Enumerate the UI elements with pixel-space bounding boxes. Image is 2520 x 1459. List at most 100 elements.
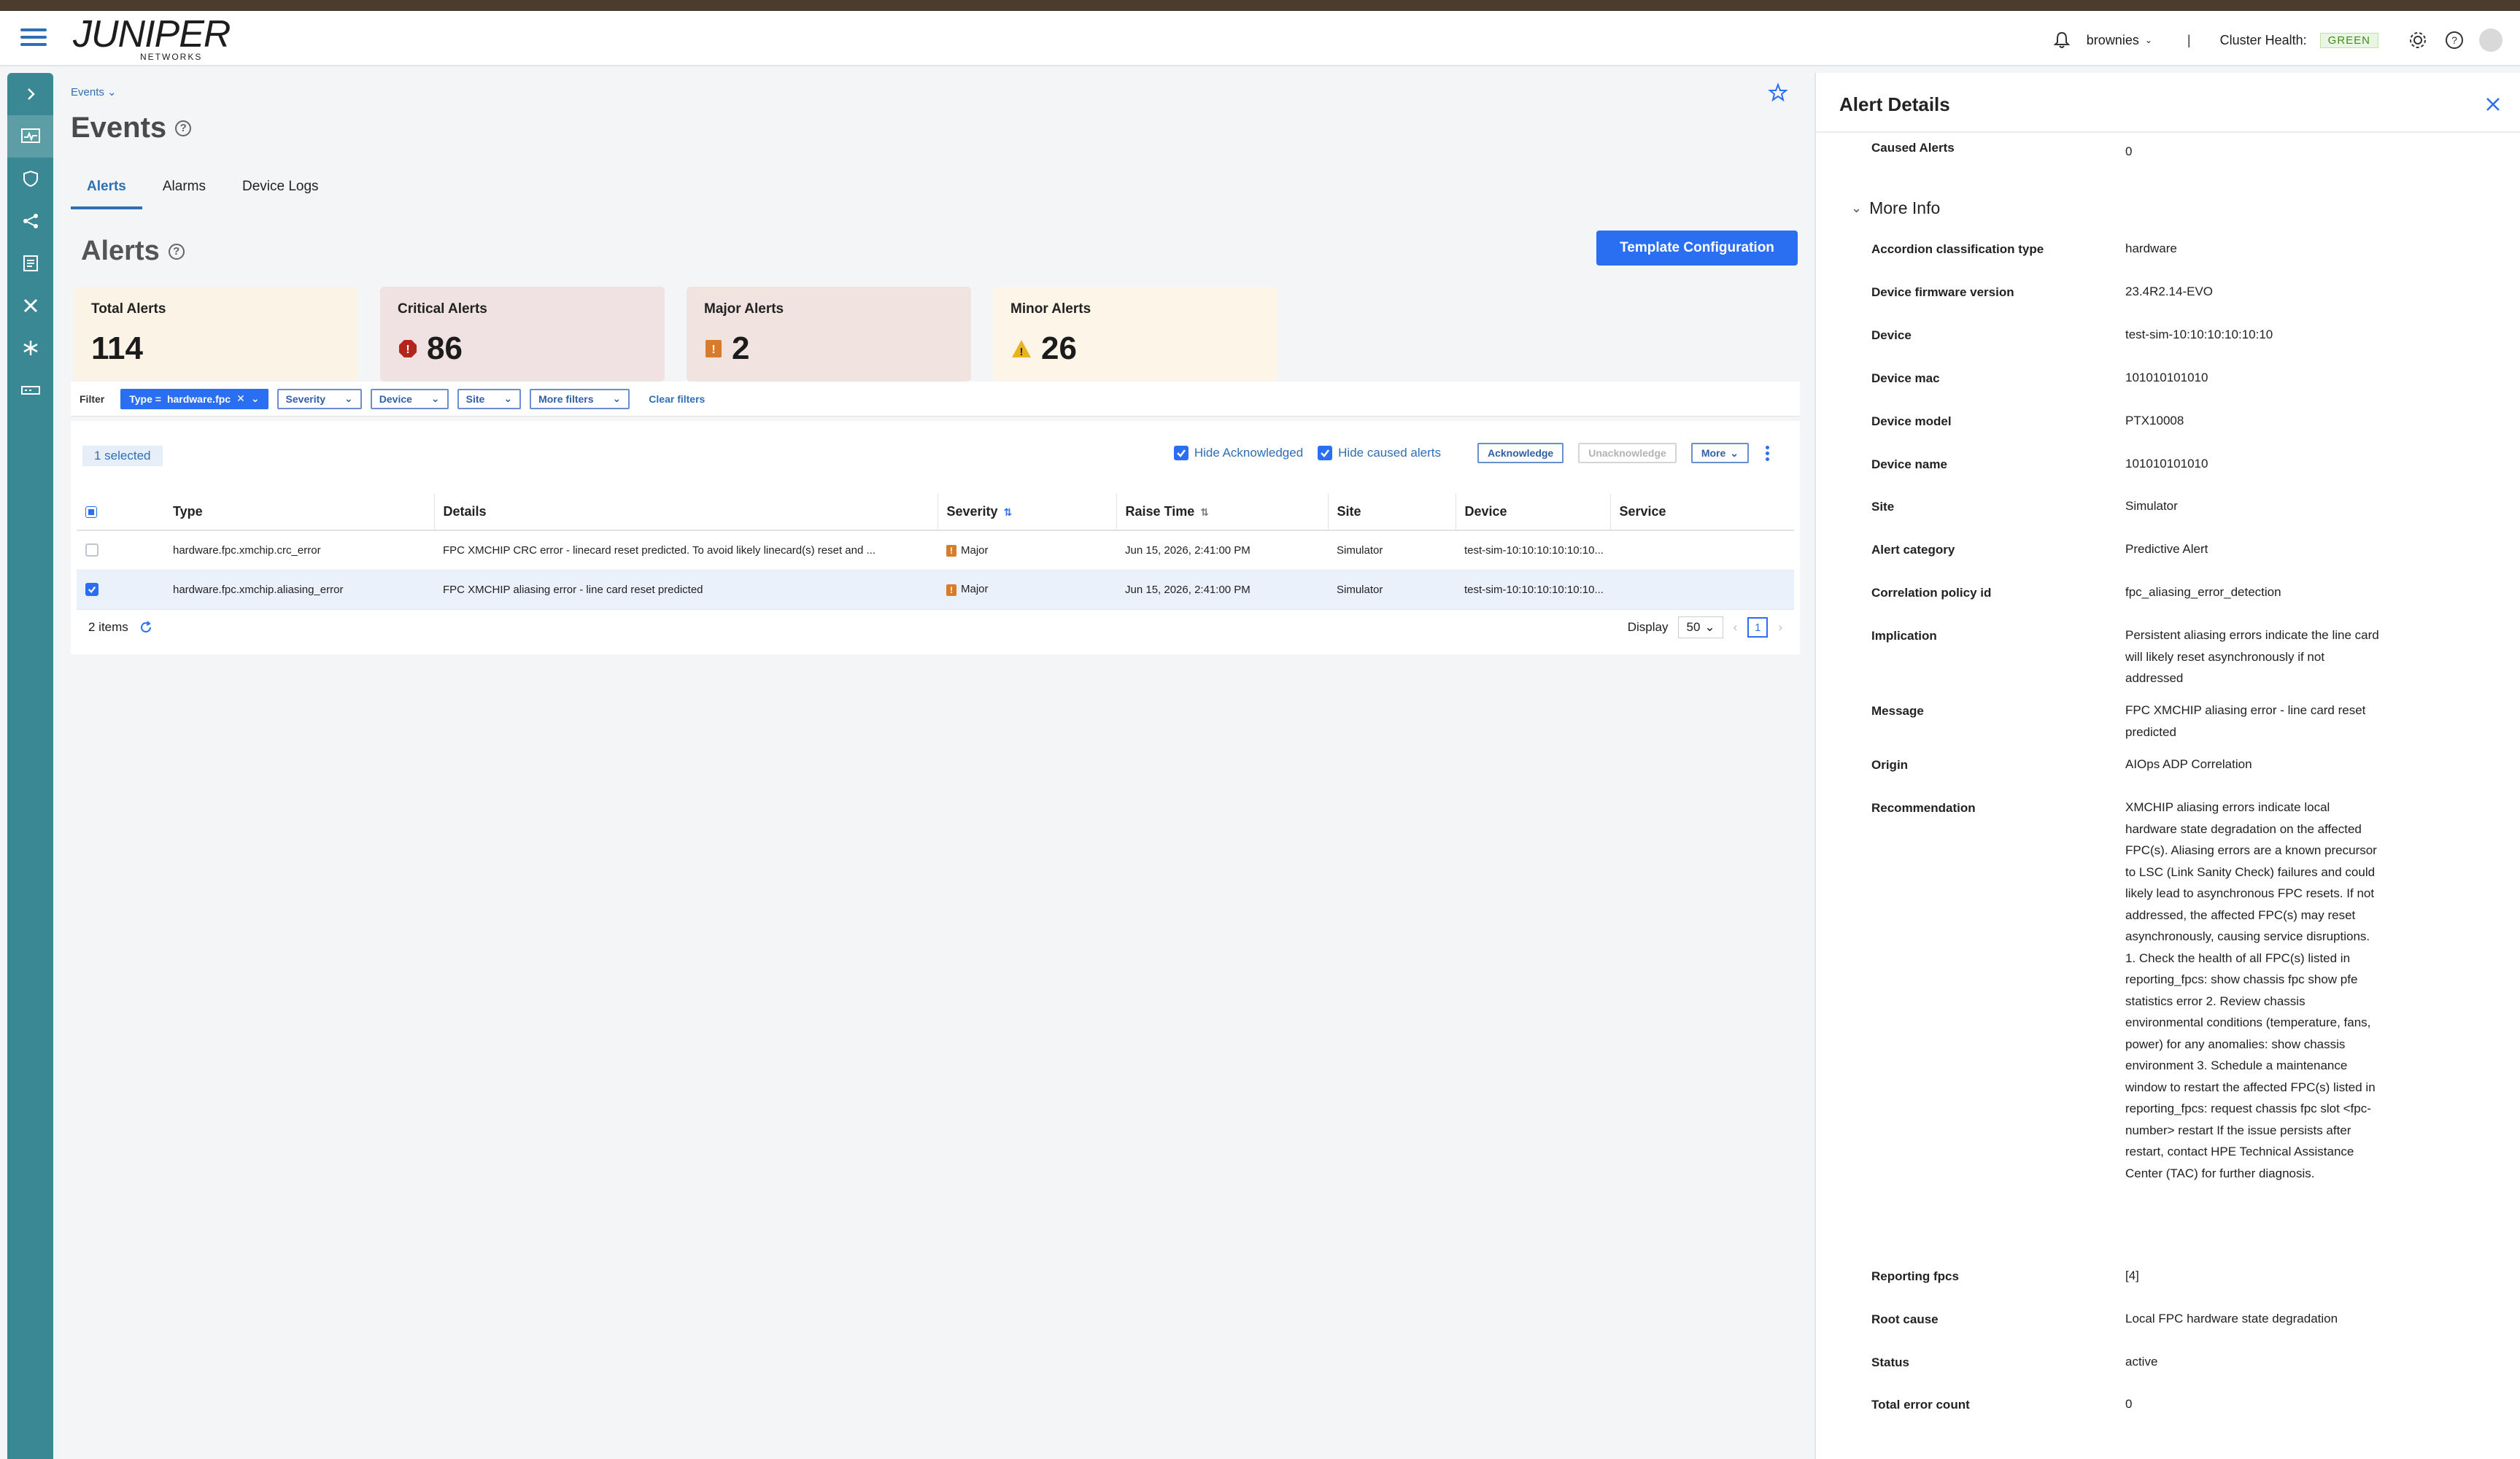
site-filter-chip[interactable]: Site ⌄ xyxy=(457,388,522,409)
menu-icon[interactable] xyxy=(20,28,47,50)
detail-title: Alert Details xyxy=(1839,93,1950,115)
checkbox-partial-icon[interactable] xyxy=(85,506,97,518)
cell-device: test-sim-10:10:10:10:10:10... xyxy=(1456,570,1610,610)
svg-text:!: ! xyxy=(1020,346,1024,358)
nav-reports[interactable] xyxy=(7,242,53,285)
filter-label: Filter xyxy=(80,392,105,405)
item-count: 2 items xyxy=(88,620,128,634)
hide-acknowledged-toggle[interactable]: Hide Acknowledged xyxy=(1173,446,1303,460)
table-row[interactable]: hardware.fpc.xmchip.crc_error FPC XMCHIP… xyxy=(77,530,1794,570)
severity-filter-chip[interactable]: Severity ⌄ xyxy=(277,388,362,409)
more-filters-chip[interactable]: More filters ⌄ xyxy=(530,388,630,409)
current-page[interactable]: 1 xyxy=(1747,617,1769,638)
nav-security[interactable] xyxy=(7,158,53,200)
checkbox-checked-icon[interactable] xyxy=(1318,446,1333,460)
row-select[interactable] xyxy=(77,570,164,610)
pagination: Display 50 ⌄ ‹ 1 › xyxy=(1628,616,1782,638)
checkbox-checked-icon[interactable] xyxy=(1173,446,1189,460)
chevron-down-icon: ⌄ xyxy=(107,86,117,98)
logo-text: JUNIPER xyxy=(73,13,231,55)
row-select[interactable] xyxy=(77,530,164,570)
chevron-down-icon: ⌄ xyxy=(250,392,260,404)
column-header-type[interactable]: Type xyxy=(164,494,434,531)
select-all-header[interactable] xyxy=(77,494,164,531)
critical-alerts-card[interactable]: Critical Alerts ! 86 xyxy=(380,287,665,382)
clear-filters-link[interactable]: Clear filters xyxy=(649,393,705,405)
cell-severity: ! Major xyxy=(938,530,1116,570)
main-content: Events ⌄ Events ? Alerts Alarms Device L… xyxy=(53,68,1812,1459)
cell-device: test-sim-10:10:10:10:10:10... xyxy=(1456,530,1610,570)
avatar[interactable] xyxy=(2479,28,2502,52)
refresh-icon[interactable] xyxy=(139,620,153,635)
column-header-raise-time[interactable]: Raise Time ⇅ xyxy=(1116,494,1328,531)
more-button[interactable]: More ⌄ xyxy=(1690,443,1749,463)
sort-icon[interactable]: ⇅ xyxy=(1200,506,1209,518)
nav-expand[interactable] xyxy=(7,73,53,115)
chevron-down-icon: ⌄ xyxy=(430,392,440,404)
cell-service xyxy=(1610,530,1794,570)
tab-bar: Alerts Alarms Device Logs xyxy=(71,176,335,209)
field-label: Caused Alerts xyxy=(1871,141,1955,155)
major-alerts-card[interactable]: Major Alerts ! 2 xyxy=(687,287,971,382)
device-filter-chip[interactable]: Device ⌄ xyxy=(370,388,449,409)
warning-icon: ! xyxy=(1012,340,1031,358)
cell-type: hardware.fpc.xmchip.crc_error xyxy=(164,530,434,570)
chevron-down-icon: ⌄ xyxy=(344,392,353,404)
tab-alerts[interactable]: Alerts xyxy=(71,176,142,209)
type-filter-chip[interactable]: Type = hardware.fpc ✕ ⌄ xyxy=(120,388,268,409)
nav-topology[interactable] xyxy=(7,200,53,242)
more-info-toggle[interactable]: ⌄ More Info xyxy=(1851,198,1940,218)
nav-network[interactable] xyxy=(7,327,53,369)
tab-alarms[interactable]: Alarms xyxy=(147,176,222,209)
help-icon[interactable]: ? xyxy=(2443,28,2466,52)
monitor-icon xyxy=(20,128,40,143)
close-icon[interactable] xyxy=(2485,96,2501,116)
card-value: 86 xyxy=(427,330,463,366)
tab-device-logs[interactable]: Device Logs xyxy=(226,176,335,209)
nav-monitor[interactable] xyxy=(7,115,53,158)
document-icon xyxy=(23,255,38,271)
total-alerts-card[interactable]: Total Alerts 114 xyxy=(74,287,358,382)
card-value: 26 xyxy=(1041,330,1077,366)
display-label: Display xyxy=(1627,620,1669,634)
column-header-severity[interactable]: Severity ⇅ xyxy=(937,494,1116,531)
column-header-details[interactable]: Details xyxy=(433,494,938,531)
column-header-service[interactable]: Service xyxy=(1609,494,1794,531)
alerts-heading: Alerts ? xyxy=(81,236,185,267)
user-menu[interactable]: brownies ⌄ xyxy=(2087,33,2152,48)
unacknowledge-button[interactable]: Unacknowledge xyxy=(1578,443,1677,463)
gear-icon[interactable] xyxy=(2406,28,2430,52)
page-size-select[interactable]: 50 ⌄ xyxy=(1678,616,1723,638)
column-header-device[interactable]: Device xyxy=(1455,494,1610,531)
sort-icon[interactable]: ⇅ xyxy=(1004,506,1013,518)
kebab-menu-icon[interactable] xyxy=(1763,445,1771,461)
checkbox-icon[interactable] xyxy=(85,543,98,557)
table-row[interactable]: hardware.fpc.xmchip.aliasing_error FPC X… xyxy=(77,570,1794,610)
close-icon[interactable]: ✕ xyxy=(236,392,245,405)
juniper-logo[interactable]: JUNIPER NETWORKS xyxy=(73,13,231,62)
column-header-site[interactable]: Site xyxy=(1327,494,1456,531)
table-footer: 2 items Display 50 ⌄ ‹ 1 › xyxy=(77,609,1794,646)
prev-page-icon[interactable]: ‹ xyxy=(1734,620,1738,635)
filter-bar: Filter Type = hardware.fpc ✕ ⌄ Severity ⌄… xyxy=(71,382,1800,417)
help-icon[interactable]: ? xyxy=(168,243,185,260)
nav-tools[interactable] xyxy=(7,285,53,327)
cell-service xyxy=(1610,570,1794,610)
next-page-icon[interactable]: › xyxy=(1778,620,1782,635)
selected-count-badge: 1 selected xyxy=(82,446,163,466)
acknowledge-button[interactable]: Acknowledge xyxy=(1477,443,1564,463)
breadcrumb[interactable]: Events ⌄ xyxy=(71,85,117,98)
major-icon: ! xyxy=(946,584,956,596)
major-icon: ! xyxy=(946,544,956,557)
star-icon[interactable] xyxy=(1768,82,1788,107)
chevron-down-icon: ⌄ xyxy=(1730,446,1739,459)
cell-site: Simulator xyxy=(1328,530,1456,570)
template-configuration-button[interactable]: Template Configuration xyxy=(1596,231,1798,266)
checkbox-checked-icon[interactable] xyxy=(85,583,98,596)
cluster-health-badge[interactable]: GREEN xyxy=(2319,32,2378,48)
bell-icon[interactable] xyxy=(2050,28,2073,52)
help-icon[interactable]: ? xyxy=(175,120,192,136)
minor-alerts-card[interactable]: Minor Alerts ! 26 xyxy=(993,287,1278,382)
hide-caused-alerts-toggle[interactable]: Hide caused alerts xyxy=(1318,446,1441,460)
nav-devices[interactable] xyxy=(7,369,53,411)
